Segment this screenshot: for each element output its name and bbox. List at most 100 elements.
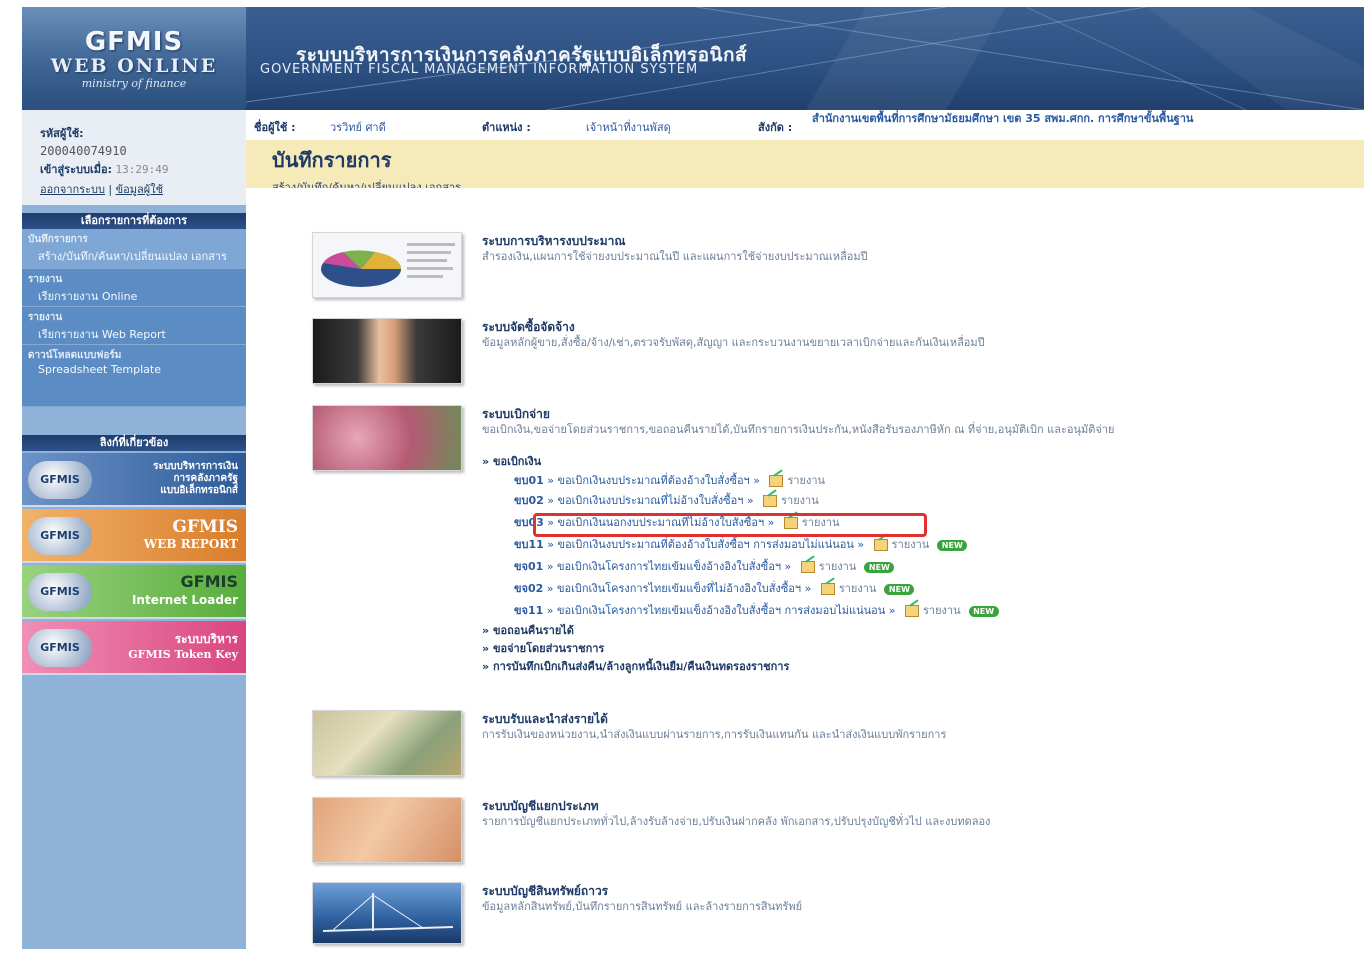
system-name[interactable]: ระบบบัญชีแยกประเภท xyxy=(482,797,599,816)
report-link[interactable]: รายงาน xyxy=(923,604,961,617)
doc-code: ขจ02 xyxy=(514,582,544,595)
group-label: การบันทึกเบิกเกินส่งคืน/ล้างลูกหนี้เงินย… xyxy=(492,660,790,673)
link-gfmis-web-report[interactable]: GFMIS GFMIS WEB REPORT xyxy=(22,509,246,563)
report-icon[interactable] xyxy=(769,475,784,487)
link-gfmis-internet-loader[interactable]: GFMIS GFMIS Internet Loader xyxy=(22,565,246,619)
group-refund-revenue[interactable]: » ขอถอนคืนรายได้ xyxy=(482,621,574,639)
logout-link[interactable]: ออกจากระบบ xyxy=(40,183,105,196)
money-image[interactable] xyxy=(312,710,462,776)
user-id-label: รหัสผู้ใช้: xyxy=(40,127,84,140)
doc-kj01[interactable]: ขจ01 » ขอเบิกเงินโครงการไทยเข้มแข็งอ้างอ… xyxy=(514,557,895,575)
system-fixed-assets: ระบบบัญชีสินทรัพย์ถาวร ข้อมูลหลักสินทรัพ… xyxy=(246,882,1364,948)
system-title-english: GOVERNMENT FISCAL MANAGEMENT INFORMATION… xyxy=(260,62,699,77)
header-banner: ระบบบริหารการเงินการคลังภาครัฐแบบอิเล็กท… xyxy=(246,7,1364,110)
login-time-label: เข้าสู่ระบบเมื่อ: xyxy=(40,163,112,176)
link-line1: ระบบบริหาร xyxy=(174,632,238,646)
report-link[interactable]: รายงาน xyxy=(781,494,819,507)
doc-code: ขบ01 xyxy=(514,474,544,487)
group-pay-by-agency[interactable]: » ขอจ่ายโดยส่วนราชการ xyxy=(482,639,604,657)
link-gfmis-system[interactable]: GFMIS ระบบบริหารการเงิน การคลังภาครัฐ แบ… xyxy=(22,453,246,507)
doc-kb01[interactable]: ขบ01 » ขอเบิกเงินงบประมาณที่ต้องอ้างใบสั… xyxy=(514,471,825,489)
system-description: ข้อมูลหลักสินทรัพย์,บันทึกรายการสินทรัพย… xyxy=(482,900,803,913)
sidebar-item-label: สร้าง/บันทึก/ค้นหา/เปลี่ยนแปลง เอกสาร xyxy=(38,250,227,263)
new-badge: NEW xyxy=(968,605,999,617)
report-icon[interactable] xyxy=(820,583,835,595)
hand-writing-image[interactable] xyxy=(312,797,462,863)
user-profile-link[interactable]: ข้อมูลผู้ใช้ xyxy=(116,183,163,196)
banknotes-image[interactable] xyxy=(312,405,462,471)
gfmis-badge-icon: GFMIS xyxy=(28,461,92,499)
system-description: การรับเงินของหน่วยงาน,นำส่งเงินแบบผ่านรา… xyxy=(482,728,947,741)
user-id-value: 200040074910 xyxy=(40,144,127,158)
report-icon[interactable] xyxy=(800,561,815,573)
sidebar-item-label: เรียกรายงาน Web Report xyxy=(38,328,166,341)
report-icon[interactable] xyxy=(904,605,919,617)
link-line2: GFMIS Token Key xyxy=(128,648,238,661)
budget-pie-chart-icon[interactable] xyxy=(312,232,462,298)
main-content: ระบบการบริหารงบประมาณ สำรองเงิน,แผนการใช… xyxy=(246,188,1364,949)
sidebar-item-title: รายงาน xyxy=(28,312,63,323)
org-label: สังกัด : xyxy=(758,121,793,134)
system-description: ขอเบิกเงิน,ขอจ่ายโดยส่วนราชการ,ขอถอนคืนร… xyxy=(482,423,1115,436)
position-value: เจ้าหน้าที่งานพัสดุ xyxy=(586,121,671,134)
pie-chart-image xyxy=(321,243,455,287)
login-time-value: 13:29:49 xyxy=(115,163,169,176)
app-window: GFMIS WEB ONLINE ministry of finance ระบ… xyxy=(22,7,1364,949)
logo-line1: GFMIS xyxy=(84,27,184,57)
doc-kb11[interactable]: ขบ11 » ขอเบิกเงินงบประมาณที่ต้องอ้างใบสั… xyxy=(514,535,968,553)
sidebar-item-title: ดาวน์โหลดแบบฟอร์ม xyxy=(28,350,122,361)
system-description: ข้อมูลหลักผู้ขาย,สั่งซื้อ/จ้าง/เช่า,ตรวจ… xyxy=(482,336,985,349)
doc-kb02[interactable]: ขบ02 » ขอเบิกเงินงบประมาณที่ไม่อ้างใบสั่… xyxy=(514,491,819,509)
page-title: บันทึกรายการ xyxy=(272,148,392,172)
doc-code: ขบ11 xyxy=(514,538,544,551)
handshake-image[interactable] xyxy=(312,318,462,384)
gfmis-badge-icon: GFMIS xyxy=(28,573,92,611)
sidebar: รหัสผู้ใช้: 200040074910 เข้าสู่ระบบเมื่… xyxy=(22,110,246,949)
report-link[interactable]: รายงาน xyxy=(839,582,877,595)
group-label: ขอจ่ายโดยส่วนราชการ xyxy=(492,642,605,655)
sidebar-item-report-online[interactable]: รายงาน เรียกรายงาน Online xyxy=(22,269,246,307)
report-link[interactable]: รายงาน xyxy=(892,538,930,551)
doc-text: ขอเบิกเงินงบประมาณที่ต้องอ้างใบสั่งซื้อฯ… xyxy=(557,538,854,551)
sidebar-item-record[interactable]: บันทึกรายการ สร้าง/บันทึก/ค้นหา/เปลี่ยนแ… xyxy=(22,229,246,269)
bridge-image[interactable] xyxy=(312,882,462,944)
doc-code: ขจ01 xyxy=(514,560,544,573)
gfmis-logo[interactable]: GFMIS WEB ONLINE ministry of finance xyxy=(22,7,246,110)
user-info-box: รหัสผู้ใช้: 200040074910 เข้าสู่ระบบเมื่… xyxy=(22,110,246,205)
group-label: ขอเบิกเงิน xyxy=(492,455,542,468)
report-link[interactable]: รายงาน xyxy=(819,560,857,573)
group-label: ขอถอนคืนรายได้ xyxy=(492,624,574,637)
system-name[interactable]: ระบบบัญชีสินทรัพย์ถาวร xyxy=(482,882,608,901)
link-gfmis-token-key[interactable]: GFMIS ระบบบริหาร GFMIS Token Key xyxy=(22,621,246,675)
sidebar-item-title: บันทึกรายการ xyxy=(28,234,88,245)
sidebar-item-label: Spreadsheet Template xyxy=(38,363,161,376)
report-icon[interactable] xyxy=(873,539,888,551)
page-title-bar: บันทึกรายการ สร้าง/บันทึก/ค้นหา/เปลี่ยนแ… xyxy=(246,140,1364,194)
group-withdraw[interactable]: » ขอเบิกเงิน xyxy=(482,452,541,470)
related-links-header: ลิงก์ที่เกี่ยวข้อง xyxy=(22,435,246,451)
system-disbursement: ระบบเบิกจ่าย ขอเบิกเงิน,ขอจ่ายโดยส่วนราช… xyxy=(246,405,1364,675)
doc-kj11[interactable]: ขจ11 » ขอเบิกเงินโครงการไทยเข้มแข็งอ้างอ… xyxy=(514,601,999,619)
logo-line3: ministry of finance xyxy=(81,77,187,90)
org-value: สำนักงานเขตพื้นที่การศึกษามัธยมศึกษา เขต… xyxy=(812,112,1194,125)
report-link[interactable]: รายงาน xyxy=(787,474,825,487)
system-budget: ระบบการบริหารงบประมาณ สำรองเงิน,แผนการใช… xyxy=(246,232,1364,302)
logo-line2: WEB ONLINE xyxy=(50,55,218,77)
link-line1: GFMIS xyxy=(172,517,238,537)
doc-code: ขบ02 xyxy=(514,494,544,507)
link-line2: WEB REPORT xyxy=(143,537,238,551)
sidebar-item-web-report[interactable]: รายงาน เรียกรายงาน Web Report xyxy=(22,307,246,345)
system-name[interactable]: ระบบรับและนำส่งรายได้ xyxy=(482,710,608,729)
username-label: ชื่อผู้ใช้ : xyxy=(254,121,296,134)
report-icon[interactable] xyxy=(763,495,778,507)
system-name[interactable]: ระบบเบิกจ่าย xyxy=(482,405,550,424)
doc-code: ขจ11 xyxy=(514,604,544,617)
system-name[interactable]: ระบบจัดซื้อจัดจ้าง xyxy=(482,318,575,337)
system-procurement: ระบบจัดซื้อจัดจ้าง ข้อมูลหลักผู้ขาย,สั่ง… xyxy=(246,318,1364,388)
doc-text: ขอเบิกเงินงบประมาณที่ต้องอ้างใบสั่งซื้อฯ xyxy=(557,474,750,487)
bridge-drawing xyxy=(322,893,454,932)
system-name[interactable]: ระบบการบริหารงบประมาณ xyxy=(482,232,626,251)
doc-kj02[interactable]: ขจ02 » ขอเบิกเงินโครงการไทยเข้มแข็งที่ไม… xyxy=(514,579,915,597)
sidebar-item-spreadsheet[interactable]: ดาวน์โหลดแบบฟอร์ม Spreadsheet Template xyxy=(22,345,246,407)
group-over-withdraw[interactable]: » การบันทึกเบิกเกินส่งคืน/ล้างลูกหนี้เงิ… xyxy=(482,657,789,675)
